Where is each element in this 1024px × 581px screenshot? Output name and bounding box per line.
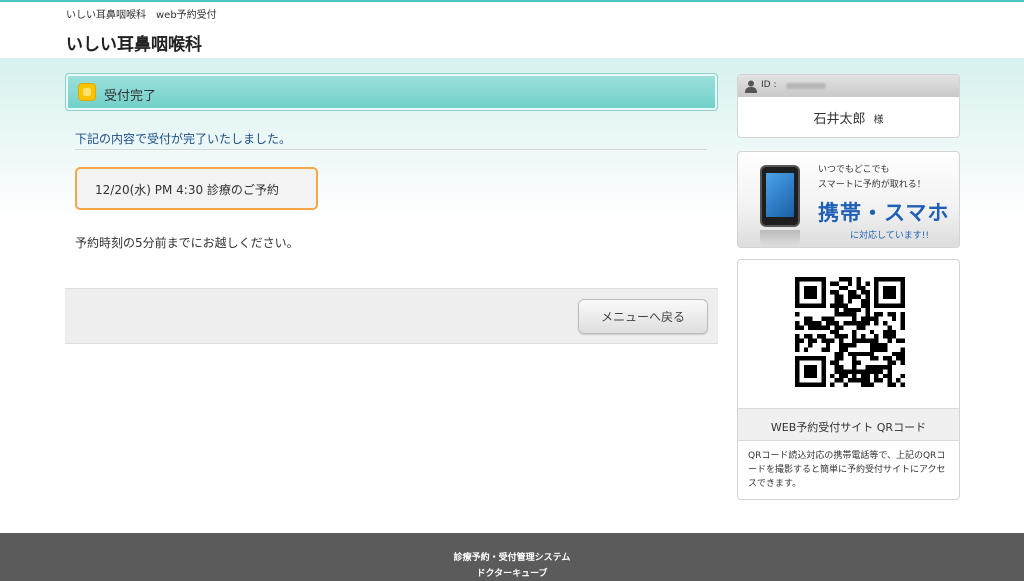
- section-header: 受付完了: [65, 73, 718, 111]
- action-bar: メニューへ戻る: [65, 288, 718, 344]
- user-name-row: 石井太郎様: [738, 108, 959, 127]
- header-subtitle: いしい耳鼻咽喉科 web予約受付: [66, 10, 217, 21]
- banner-line-3: に対応しています!!: [850, 231, 929, 241]
- user-id-label: ID :: [761, 80, 777, 90]
- clinic-title[interactable]: いしい耳鼻咽喉科: [66, 30, 202, 55]
- footer-system-name: 診療予約・受付管理システム: [453, 553, 571, 563]
- footer-product-name: ドクターキューブ: [476, 569, 548, 579]
- arrival-note: 予約時刻の5分前までにお越しください。: [75, 236, 299, 250]
- completion-message: 下記の内容で受付が完了いたしました。: [75, 132, 292, 146]
- user-honorific: 様: [873, 115, 884, 126]
- user-name: 石井太郎: [813, 112, 866, 127]
- user-info-box: ID : 石井太郎様: [737, 74, 960, 138]
- main-panel: 受付完了 下記の内容で受付が完了いたしました。 12/20(水) PM 4:30…: [65, 73, 718, 345]
- appointment-text: 12/20(水) PM 4:30 診療のご予約: [95, 183, 279, 197]
- qr-title: WEB予約受付サイト QRコード: [770, 421, 927, 434]
- box-icon: [78, 83, 96, 101]
- divider: [75, 149, 707, 150]
- qr-code-box: WEB予約受付サイト QRコード QRコード読込対応の携帯電話等で、上記のQRコ…: [737, 259, 960, 500]
- appointment-box: 12/20(水) PM 4:30 診療のご予約: [75, 167, 318, 210]
- site-header: いしい耳鼻咽喉科 web予約受付 いしい耳鼻咽喉科: [0, 2, 1024, 58]
- banner-line-2: スマートに予約が取れる！: [818, 180, 926, 190]
- site-footer: 診療予約・受付管理システム ドクターキューブ: [0, 533, 1024, 581]
- person-icon: [745, 80, 757, 93]
- qr-description: QRコード読込対応の携帯電話等で、上記のQRコードを撮影すると簡単に予約受付サイ…: [748, 451, 946, 489]
- banner-line-1: いつでもどこでも: [818, 165, 890, 175]
- user-id-row: ID :: [738, 75, 959, 97]
- smartphone-reflection: [760, 230, 800, 246]
- section-title: 受付完了: [104, 89, 157, 104]
- smartphone-screen: [766, 173, 794, 217]
- qr-code-icon: [795, 277, 905, 387]
- banner-headline: 携帯・スマホ: [818, 201, 950, 225]
- back-to-menu-button[interactable]: メニューへ戻る: [578, 299, 708, 334]
- mobile-support-banner[interactable]: いつでもどこでも スマートに予約が取れる！ 携帯・スマホ に対応しています!!: [737, 151, 960, 248]
- smartphone-icon: [760, 165, 800, 227]
- qr-title-row: WEB予約受付サイト QRコード: [738, 408, 959, 441]
- user-id-masked: [786, 83, 826, 89]
